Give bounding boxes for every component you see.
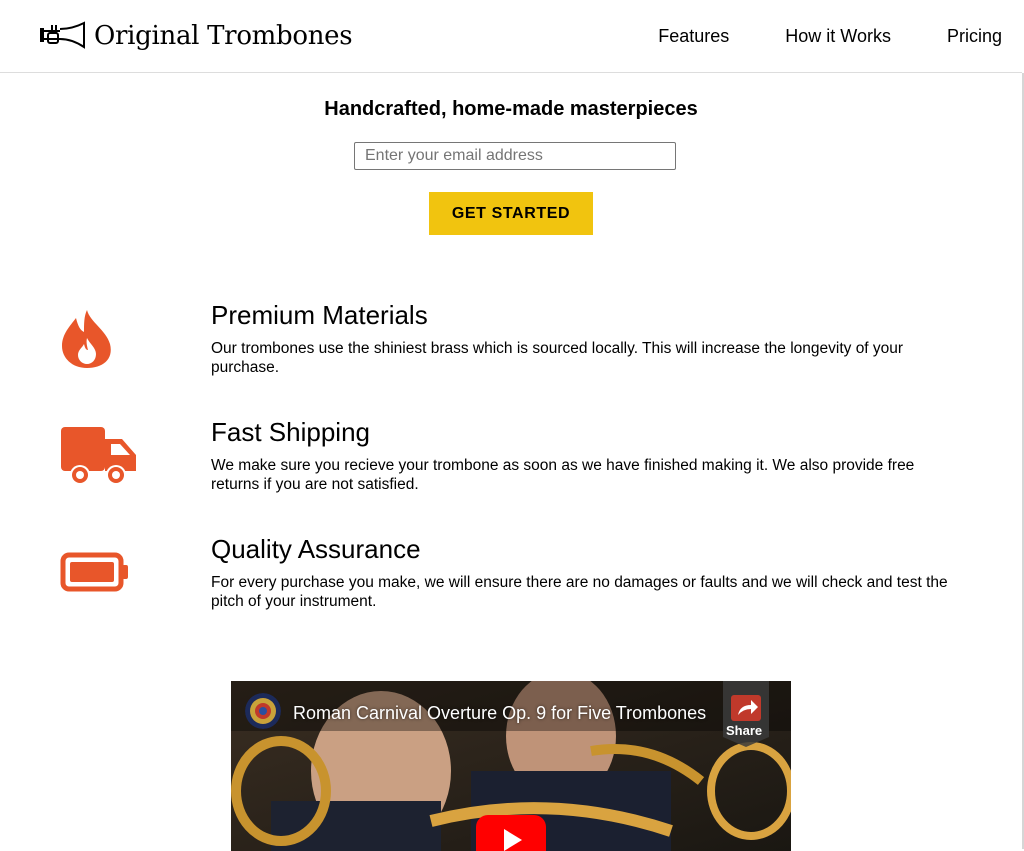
email-input[interactable] [354, 142, 676, 170]
feature-description: For every purchase you make, we will ens… [211, 574, 948, 610]
nav-link-pricing[interactable]: Pricing [947, 26, 1002, 47]
feature-title: Premium Materials [211, 300, 428, 330]
fire-icon [62, 310, 111, 368]
channel-avatar[interactable] [245, 693, 281, 729]
trumpet-icon [40, 21, 85, 49]
truck-icon [61, 427, 136, 485]
battery-icon [60, 552, 128, 592]
video-player[interactable]: Roman Carnival Overture Op. 9 for Five T… [231, 681, 791, 851]
feature-title: Quality Assurance [211, 534, 421, 564]
get-started-button[interactable]: GET STARTED [429, 192, 593, 235]
hero-title: Handcrafted, home-made masterpieces [324, 98, 698, 120]
feature-description: We make sure you recieve your trombone a… [211, 457, 915, 493]
site-header: Original Trombones Features How it Works… [0, 0, 1022, 73]
play-icon[interactable] [476, 815, 546, 851]
feature-title: Fast Shipping [211, 417, 370, 447]
feature-description: Our trombones use the shiniest brass whi… [211, 340, 904, 376]
brand-logo[interactable]: Original Trombones [40, 18, 353, 54]
brand-name: Original Trombones [94, 21, 353, 51]
video-title[interactable]: Roman Carnival Overture Op. 9 for Five T… [293, 703, 706, 724]
main-nav: Features How it Works Pricing [602, 26, 1002, 47]
nav-link-features[interactable]: Features [658, 26, 729, 47]
share-label: Share [726, 723, 763, 738]
nav-link-how-it-works[interactable]: How it Works [785, 26, 891, 47]
